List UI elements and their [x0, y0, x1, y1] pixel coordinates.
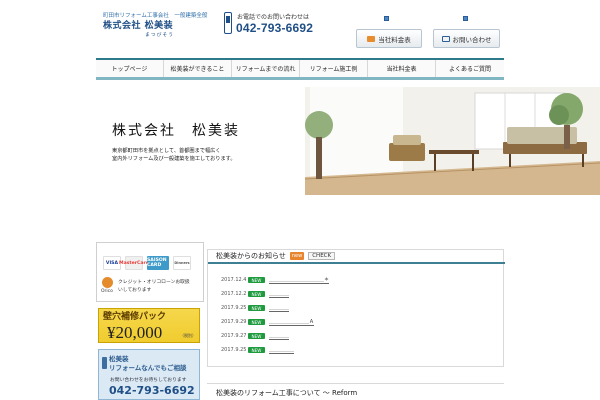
news-link[interactable]: ＿＿＿＿＿ [269, 346, 295, 354]
phone-number[interactable]: 042-793-6692 [236, 21, 313, 35]
price-list-icon [367, 35, 376, 42]
credit-card-box: VISA MasterCard SAISON CARD Dinners Oric… [96, 242, 204, 302]
diners-card: Dinners [173, 256, 191, 270]
contact-button[interactable]: お問い合わせ [433, 29, 500, 48]
news-date: 2017.9.25 [221, 347, 247, 353]
news-item[interactable]: 2017.9.25 NEW ＿＿＿＿ [221, 303, 290, 313]
consult-title: 松美装 リフォームなんでもご相談 [109, 355, 186, 373]
news-date: 2017.12.2 [221, 291, 247, 297]
wall-repair-pack-banner[interactable]: 壁穴補修パック ¥20,000 （税別） [98, 308, 200, 343]
reform-section: 松美装のリフォーム工事について ～ Reform [207, 383, 504, 400]
logo-company-name: 株式会社 松美装 [103, 21, 174, 31]
hero-description-line-1: 東京都町田市を拠点として、首都圏まで幅広く [112, 148, 221, 154]
consult-subtext: お問い合わせをお待ちしております [110, 378, 187, 383]
credit-notice: クレジット・オリコローンお取扱 いしております [118, 279, 190, 295]
news-link[interactable]: ＿＿＿＿＿＿＿＿＿＿＿＊ [269, 276, 330, 284]
news-item[interactable]: 2017.12.2 NEW ＿＿＿＿ [221, 289, 290, 299]
header-phone-contact[interactable]: お電話でのお問い合わせは 042-793-6692 [224, 11, 334, 37]
news-link[interactable]: ＿＿＿＿ [269, 304, 290, 312]
nav-item-home[interactable]: トップページ [96, 60, 164, 77]
news-new-label: NEW [248, 347, 265, 353]
small-blue-icon[interactable] [463, 16, 468, 21]
logo-kana: まつびそう [145, 33, 174, 38]
consult-title-line-1: 松美装 [109, 355, 129, 363]
mastercard-card: MasterCard [119, 256, 149, 270]
news-item[interactable]: 2017.9.25 NEW ＿＿＿＿＿ [221, 345, 295, 355]
nav-item-faq[interactable]: よくあるご質問 [436, 60, 504, 77]
reform-consult-banner[interactable]: 松美装 リフォームなんでもご相談 お問い合わせをお待ちしております 042-79… [98, 349, 200, 400]
nav-item-services[interactable]: 松美装ができること [164, 60, 232, 77]
news-link[interactable]: ＿＿＿＿＿＿＿＿Ａ [269, 318, 315, 326]
consult-title-line-2: リフォームなんでもご相談 [109, 364, 187, 372]
news-item[interactable]: 2017.9.29 NEW ＿＿＿＿＿＿＿＿Ａ [221, 317, 315, 327]
living-room-illustration [305, 87, 600, 195]
nav-item-examples[interactable]: リフォーム施工例 [300, 60, 368, 77]
news-item[interactable]: 2017.12.4 NEW ＿＿＿＿＿＿＿＿＿＿＿＊ [221, 275, 330, 285]
news-title: 松美装からのお知らせ [216, 252, 286, 260]
saison-card: SAISON CARD [147, 256, 169, 270]
news-new-label: NEW [248, 319, 265, 325]
consult-phone-number[interactable]: 042-793-6692 [109, 384, 195, 397]
site-logo[interactable]: 町田市リフォーム工事会社 一般建築全般 株式会社 松美装 まつびそう [103, 12, 218, 39]
main-navigation: トップページ 松美装ができること リフォームまでの流れ リフォーム施工例 当社料… [96, 58, 504, 80]
wall-repair-pack-price: ¥20,000 [107, 323, 163, 342]
mobile-phone-icon [224, 12, 232, 34]
hero-description: 東京都町田市を拠点として、首都圏まで幅広く 室内外リフォーム及び一般建築を施工し… [112, 147, 236, 163]
news-date: 2017.9.29 [221, 319, 247, 325]
contact-label: お問い合わせ [452, 35, 492, 44]
credit-notice-line-2: いしております [118, 288, 152, 293]
news-panel: 松美装からのお知らせ new CHECK 2017.12.4 NEW ＿＿＿＿＿… [207, 249, 505, 367]
mail-icon [441, 35, 450, 42]
news-header: 松美装からのお知らせ new CHECK [208, 250, 505, 264]
wall-repair-pack-tax: （税別） [180, 333, 196, 338]
orico-label: Orico [101, 289, 113, 294]
news-date: 2017.12.4 [221, 277, 247, 283]
news-link[interactable]: ＿＿＿＿ [269, 290, 290, 298]
phone-caption: お電話でのお問い合わせは [237, 14, 310, 21]
price-list-button[interactable]: 当社料金表 [356, 29, 422, 48]
news-date: 2017.9.25 [221, 305, 247, 311]
orico-logo-icon [102, 277, 113, 288]
news-new-label: NEW [248, 277, 265, 283]
news-new-label: NEW [248, 291, 265, 297]
site-header: 町田市リフォーム工事会社 一般建築全般 株式会社 松美装 まつびそう お電話での… [0, 0, 600, 58]
hero-description-line-2: 室内外リフォーム及び一般建築を施工しております。 [112, 156, 236, 162]
news-date: 2017.9.27 [221, 333, 247, 339]
price-list-label: 当社料金表 [378, 35, 411, 44]
credit-notice-line-1: クレジット・オリコローンお取扱 [118, 280, 190, 285]
hero-room-photo [305, 87, 600, 195]
logo-tagline: 町田市リフォーム工事会社 一般建築全般 [103, 13, 208, 19]
hero-title: 株式会社 松美装 [112, 123, 240, 139]
wall-repair-pack-title: 壁穴補修パック [103, 312, 167, 322]
news-new-label: NEW [248, 305, 265, 311]
phone-small-icon [102, 357, 107, 369]
nav-item-flow[interactable]: リフォームまでの流れ [232, 60, 300, 77]
reform-section-title: 松美装のリフォーム工事について ～ Reform [216, 389, 358, 397]
news-new-label: NEW [248, 333, 265, 339]
news-new-badge: new [289, 252, 305, 260]
news-link[interactable]: ＿＿＿＿ [269, 332, 290, 340]
news-check-button[interactable]: CHECK [308, 252, 336, 260]
small-blue-icon[interactable] [384, 16, 389, 21]
nav-item-price[interactable]: 当社料金表 [368, 60, 436, 77]
hero-banner: 株式会社 松美装 東京都町田市を拠点として、首都圏まで幅広く 室内外リフォーム及… [0, 87, 600, 195]
news-item[interactable]: 2017.9.27 NEW ＿＿＿＿ [221, 331, 290, 341]
